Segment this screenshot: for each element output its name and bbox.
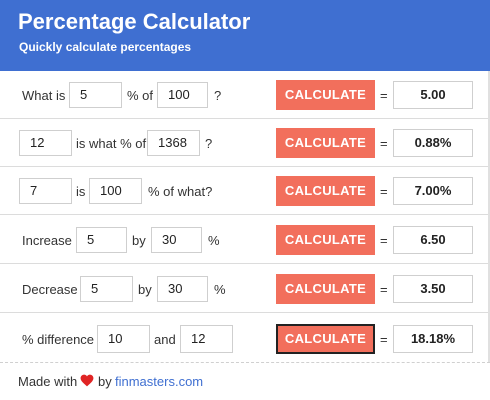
row-label: % of	[127, 88, 154, 103]
percent-input[interactable]: 30	[157, 276, 208, 302]
row-label: %	[214, 282, 226, 297]
value-input[interactable]: 5	[80, 276, 133, 302]
row-increase: Increase 5 by 30 % CALCULATE = 6.50	[0, 216, 490, 264]
row-label: ?	[214, 88, 222, 103]
row-label: and	[154, 332, 176, 347]
made-with-text: Made with	[18, 374, 78, 389]
row-divider	[0, 312, 490, 313]
equals-sign: =	[380, 282, 388, 297]
result-field: 5.00	[393, 81, 473, 109]
result-field: 18.18%	[393, 325, 473, 353]
by-text: by	[98, 374, 112, 389]
page-title: Percentage Calculator	[18, 9, 251, 34]
equals-sign: =	[380, 184, 388, 199]
percent-input[interactable]: 5	[69, 82, 122, 108]
part-input[interactable]: 12	[19, 130, 72, 156]
equals-sign: =	[380, 136, 388, 151]
percent-input[interactable]: 100	[89, 178, 142, 204]
row-label: What is	[22, 88, 66, 103]
calculate-button[interactable]: CALCULATE	[276, 324, 375, 354]
result-field: 0.88%	[393, 129, 473, 157]
page-subtitle: Quickly calculate percentages	[19, 40, 192, 54]
row-is-percent-of-what: 7 is 100 % of what? CALCULATE = 7.00%	[0, 167, 490, 215]
equals-sign: =	[380, 88, 388, 103]
row-label: by	[132, 233, 146, 248]
row-label: Increase	[22, 233, 72, 248]
equals-sign: =	[380, 233, 388, 248]
value-input[interactable]: 5	[76, 227, 127, 253]
header: Percentage Calculator Quickly calculate …	[0, 0, 490, 71]
result-field: 7.00%	[393, 177, 473, 205]
result-field: 6.50	[393, 226, 473, 254]
base-input[interactable]: 100	[157, 82, 208, 108]
row-is-what-percent-of: 12 is what % of 1368 ? CALCULATE = 0.88%	[0, 119, 490, 167]
calculate-button[interactable]: CALCULATE	[276, 80, 375, 110]
heart-icon	[80, 374, 94, 387]
calculate-button[interactable]: CALCULATE	[276, 225, 375, 255]
row-label: ?	[205, 136, 213, 151]
row-label: by	[138, 282, 152, 297]
row-label: Decrease	[22, 282, 78, 297]
row-divider	[0, 263, 490, 264]
second-value-input[interactable]: 12	[180, 325, 233, 353]
row-decrease: Decrease 5 by 30 % CALCULATE = 3.50	[0, 265, 490, 313]
footer-divider	[0, 362, 490, 363]
whole-input[interactable]: 1368	[147, 130, 200, 156]
percent-input[interactable]: 30	[151, 227, 202, 253]
row-percent-difference: % difference 10 and 12 CALCULATE = 18.18…	[0, 314, 490, 362]
row-label: is	[76, 184, 86, 199]
row-label: is what % of	[76, 136, 147, 151]
row-label: % of what?	[148, 184, 213, 199]
calculate-button[interactable]: CALCULATE	[276, 274, 375, 304]
value-input[interactable]: 7	[19, 178, 72, 204]
calculate-button[interactable]: CALCULATE	[276, 176, 375, 206]
first-value-input[interactable]: 10	[97, 325, 150, 353]
row-divider	[0, 214, 490, 215]
footer: Made with by finmasters.com	[0, 362, 490, 400]
row-label: %	[208, 233, 220, 248]
finmasters-link[interactable]: finmasters.com	[115, 374, 203, 389]
result-field: 3.50	[393, 275, 473, 303]
row-what-is-percent-of: What is 5 % of 100 ? CALCULATE = 5.00	[0, 71, 490, 119]
row-label: % difference	[22, 332, 95, 347]
calculate-button[interactable]: CALCULATE	[276, 128, 375, 158]
equals-sign: =	[380, 332, 388, 347]
